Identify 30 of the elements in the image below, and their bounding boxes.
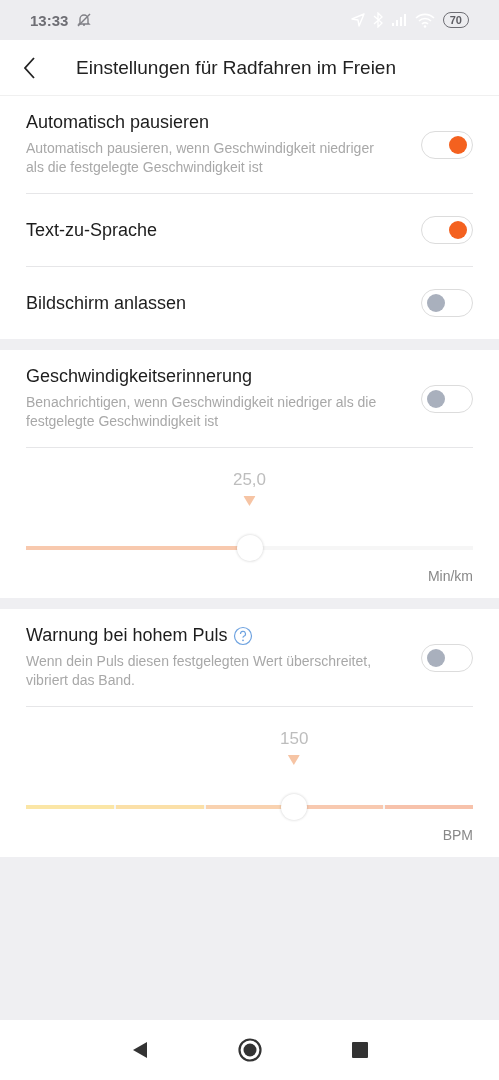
pointer-icon (243, 496, 256, 506)
setting-label: Bildschirm anlassen (26, 292, 187, 314)
toggle-switch[interactable] (421, 643, 473, 672)
muted-bell-icon (76, 12, 93, 28)
page-title: Einstellungen für Radfahren im Freien (76, 56, 396, 79)
setting-description: Benachrichtigen, wenn Geschwindigkeit niedriger als die festgelegte Geschwindigkeit ist (26, 393, 378, 431)
setting-label: Automatisch pausieren (26, 112, 210, 133)
slider-track[interactable] (26, 546, 473, 550)
help-icon[interactable] (233, 625, 254, 646)
back-icon (24, 56, 36, 79)
pointer-icon (288, 755, 301, 765)
toggle-switch[interactable] (421, 130, 473, 159)
toggle-switch[interactable] (421, 289, 473, 317)
toggle-switch[interactable] (421, 216, 473, 244)
home-icon[interactable] (237, 1038, 262, 1062)
toggle-switch[interactable] (421, 384, 473, 413)
unit-label: BPM (441, 827, 473, 843)
slider-thumb[interactable] (281, 794, 308, 820)
setting-label: Geschwindigkeitserinnerung (26, 366, 253, 387)
setting-label: Warnung bei hohem Puls (26, 625, 228, 646)
setting-description: Automatisch pausieren, wenn Geschwindigkeit niedriger als die festgelegte Geschwindigkeit ist (26, 139, 375, 177)
back-nav-icon[interactable] (131, 1041, 148, 1059)
slider-value: 25,0 (232, 470, 267, 490)
recents-icon[interactable] (351, 1042, 368, 1058)
setting-description: Wenn dein Puls diesen festgelegten Wert überschreitet, vibriert das Band. (26, 652, 373, 690)
unit-label: Min/km (426, 568, 473, 584)
clock-time: 13:33 (30, 11, 69, 29)
setting-label: Text-zu-Sprache (26, 219, 158, 241)
slider-value: 150 (280, 729, 309, 749)
slider-thumb[interactable] (236, 535, 263, 561)
